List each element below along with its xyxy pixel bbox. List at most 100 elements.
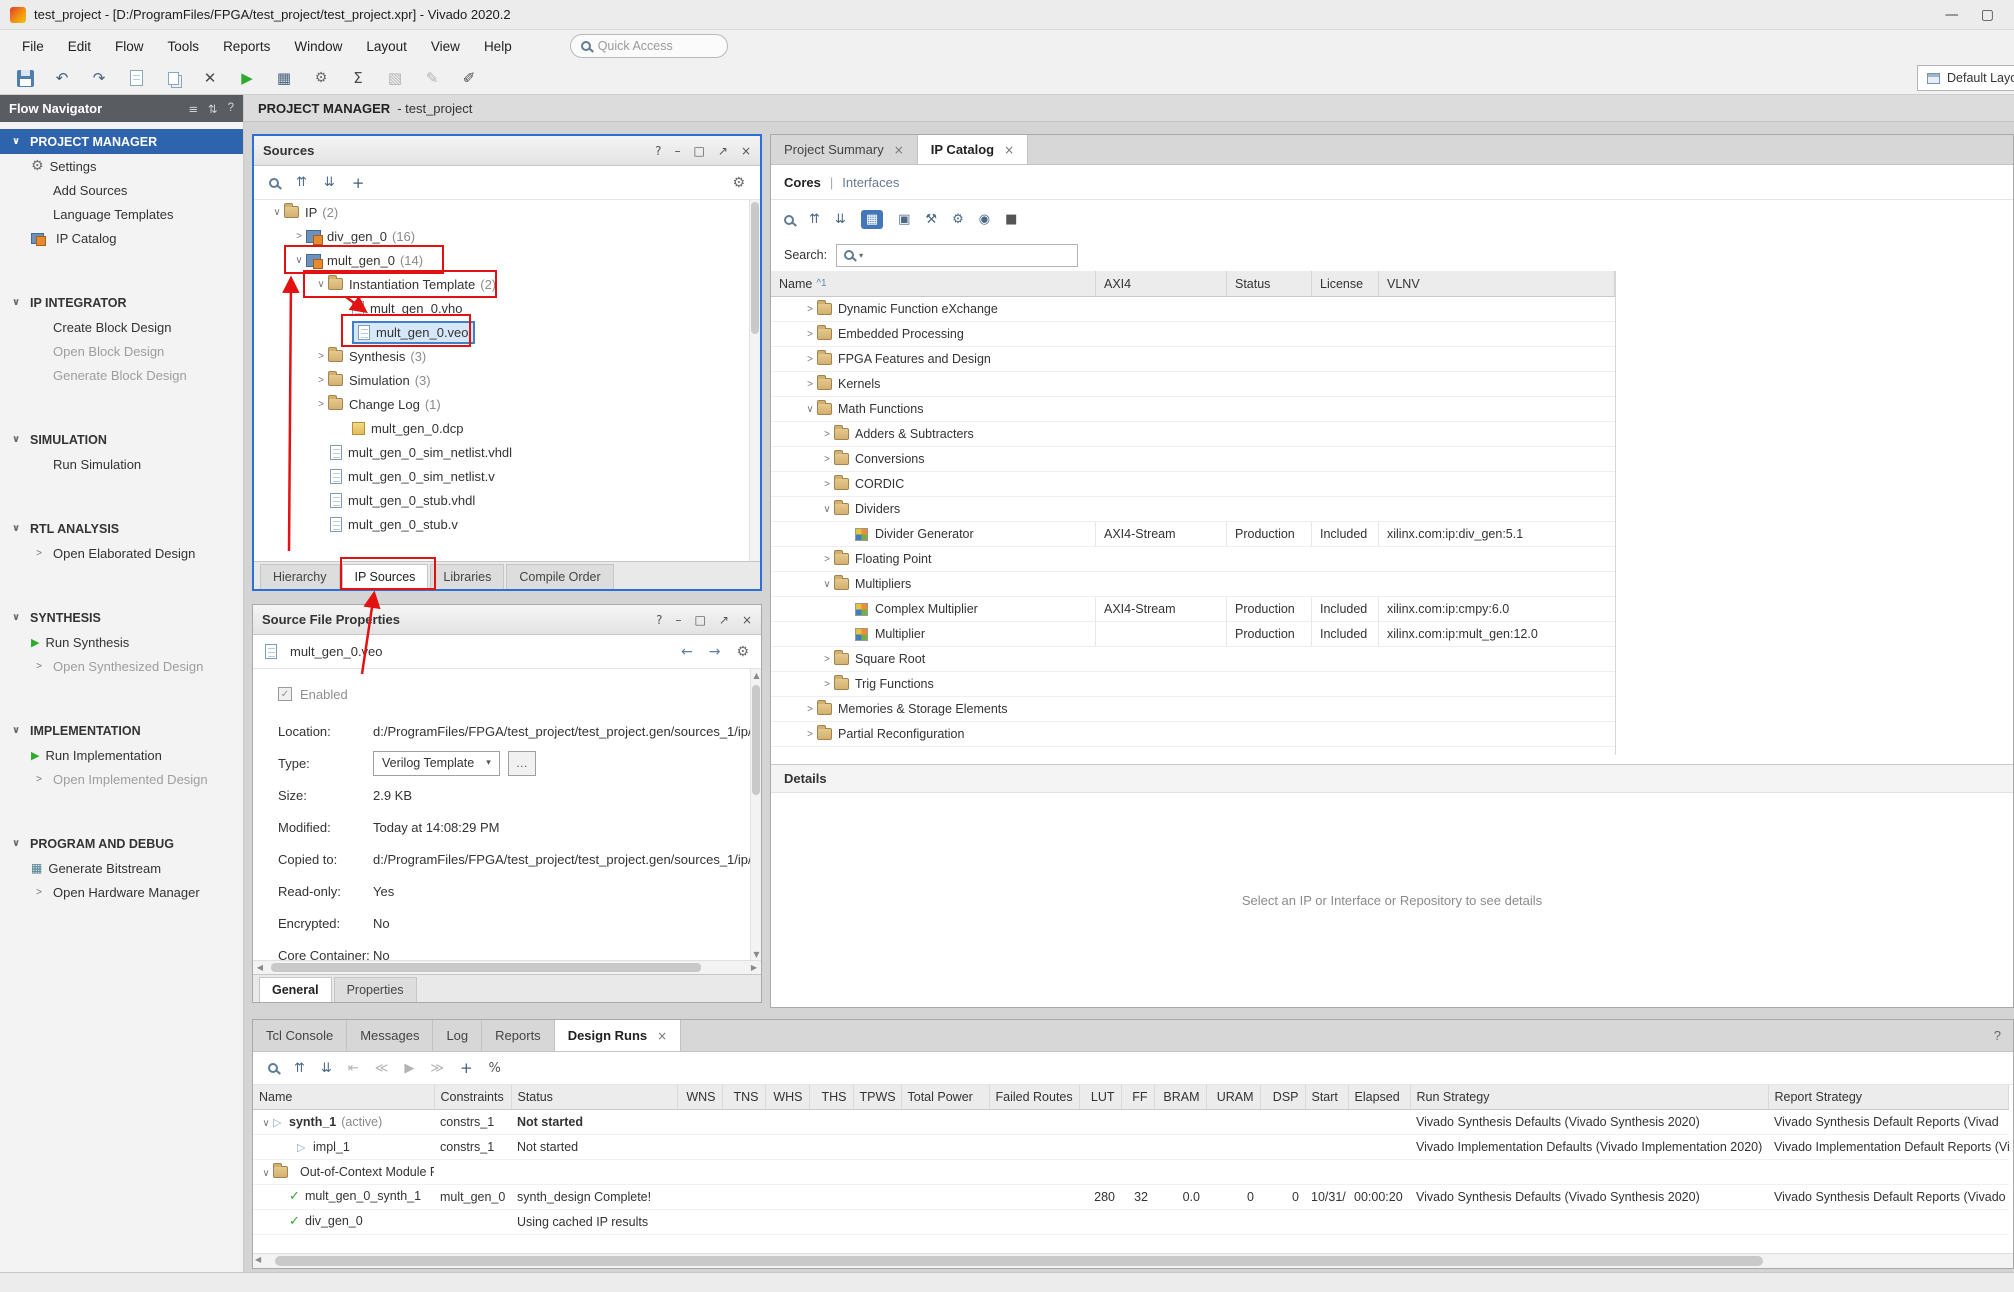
sum-icon[interactable]: Σ (347, 67, 369, 89)
repository-settings-icon[interactable]: ⚒ (925, 212, 937, 227)
tree-item-instantiation-template[interactable]: ∨Instantiation Template(2) (254, 272, 760, 296)
maximize-button[interactable]: ▢ (1981, 7, 1994, 23)
nav-item-language-templates[interactable]: Language Templates (0, 202, 243, 226)
chevron-collapsed-icon[interactable]: > (820, 554, 834, 565)
scroll-up-icon[interactable]: ▲ (751, 669, 761, 681)
column-report-strategy[interactable]: Report Strategy (1768, 1085, 2009, 1109)
chevron-expanded-icon[interactable]: ∨ (292, 255, 306, 266)
close-icon[interactable]: × (1004, 143, 1014, 157)
nav-item-open-hardware-manager[interactable]: >Open Hardware Manager (0, 880, 243, 904)
scrollbar-thumb[interactable] (751, 202, 759, 334)
tree-item-synthesis[interactable]: >Synthesis(3) (254, 344, 760, 368)
float-icon[interactable]: ↗ (719, 613, 729, 627)
chevron-collapsed-icon[interactable]: > (292, 231, 306, 242)
nav-item-settings[interactable]: ⚙Settings (0, 154, 243, 178)
tab-log[interactable]: Log (433, 1020, 482, 1051)
run-row-mult-gen-0-synth-1[interactable]: ✓mult_gen_0_synth_1 mult_gen_0 synth_des… (253, 1184, 2009, 1209)
column-status[interactable]: Status (511, 1085, 677, 1109)
close-icon[interactable]: × (742, 613, 752, 627)
report-icon[interactable] (125, 67, 147, 89)
nav-item-create-block-design[interactable]: Create Block Design (0, 315, 243, 339)
taxonomy-icon[interactable]: ▣ (898, 212, 910, 227)
maximize-icon[interactable]: □ (695, 613, 706, 627)
tab-design-runs[interactable]: Design Runs× (555, 1020, 682, 1051)
column-axi4[interactable]: AXI4 (1096, 271, 1227, 296)
scroll-down-icon[interactable]: ▼ (751, 948, 761, 960)
catalog-row-embedded-processing[interactable]: >Embedded Processing (771, 322, 1615, 347)
stop-icon[interactable]: ■ (1005, 212, 1017, 227)
collapse-all-icon[interactable]: ⇈ (809, 212, 820, 227)
menu-help[interactable]: Help (472, 34, 524, 59)
stepping-icon[interactable]: ▦ (273, 67, 295, 89)
chevron-collapsed-icon[interactable]: > (820, 654, 834, 665)
column-whs[interactable]: WHS (765, 1085, 809, 1109)
catalog-row-trig-functions[interactable]: >Trig Functions (771, 672, 1615, 697)
column-failed-routes[interactable]: Failed Routes (989, 1085, 1079, 1109)
chevron-collapsed-icon[interactable]: > (314, 399, 328, 410)
nav-section-synthesis[interactable]: ∨SYNTHESIS (0, 605, 243, 630)
chevron-expanded-icon[interactable]: ∨ (314, 279, 328, 290)
scrollbar-thumb[interactable] (275, 1256, 1763, 1266)
tab-reports[interactable]: Reports (482, 1020, 555, 1051)
search-icon[interactable] (268, 1063, 278, 1073)
catalog-row-partial-reconfiguration[interactable]: >Partial Reconfiguration (771, 722, 1615, 747)
column-wns[interactable]: WNS (677, 1085, 722, 1109)
nav-item-run-implementation[interactable]: ▶Run Implementation (0, 743, 243, 767)
horizontal-scrollbar[interactable]: ◀ (253, 1253, 2013, 1268)
chevron-collapsed-icon[interactable]: > (33, 548, 45, 559)
maximize-icon[interactable]: □ (694, 144, 705, 158)
quick-access-search[interactable] (570, 34, 728, 58)
nav-section-project-manager[interactable]: ∨PROJECT MANAGER (0, 129, 243, 154)
type-select[interactable]: Verilog Template▾ (373, 751, 500, 776)
nav-section-ip-integrator[interactable]: ∨IP INTEGRATOR (0, 290, 243, 315)
expand-all-icon[interactable]: ⇊ (324, 175, 335, 190)
column-status[interactable]: Status (1227, 271, 1312, 296)
nav-item-ip-catalog[interactable]: IP Catalog (0, 226, 243, 250)
expand-all-icon[interactable]: ⇊ (321, 1061, 332, 1076)
scrollbar-thumb[interactable] (752, 685, 760, 795)
column-elapsed[interactable]: Elapsed (1348, 1085, 1410, 1109)
menu-window[interactable]: Window (282, 34, 354, 59)
column-ths[interactable]: THS (809, 1085, 853, 1109)
web-icon[interactable]: ◉ (979, 212, 990, 227)
percent-icon[interactable]: % (489, 1061, 501, 1076)
chevron-collapsed-icon[interactable]: > (803, 729, 817, 740)
tree-item-div-gen-0[interactable]: >div_gen_0(16) (254, 224, 760, 248)
nav-item-run-simulation[interactable]: Run Simulation (0, 452, 243, 476)
settings-gear-icon[interactable]: ⚙ (732, 175, 745, 191)
chevron-expanded-icon[interactable]: ∨ (259, 1168, 273, 1179)
catalog-row-multiplier[interactable]: MultiplierProductionIncludedxilinx.com:i… (771, 622, 1615, 647)
redo-icon[interactable]: ↷ (88, 67, 110, 89)
scroll-left-icon[interactable]: ◀ (253, 961, 267, 974)
chevron-collapsed-icon[interactable]: > (820, 479, 834, 490)
tree-item-mult-gen-0[interactable]: ∨mult_gen_0(14) (254, 248, 760, 272)
tab-hierarchy[interactable]: Hierarchy (260, 564, 340, 589)
minimize-button[interactable]: — (1945, 7, 1959, 23)
create-runs-icon[interactable]: + (460, 1059, 473, 1077)
tab-general[interactable]: General (259, 977, 332, 1002)
sources-panel-titlebar[interactable]: Sources ? – □ ↗ × (254, 136, 760, 166)
column-uram[interactable]: URAM (1206, 1085, 1260, 1109)
catalog-search-field[interactable]: ▾ (836, 244, 1078, 267)
chevron-collapsed-icon[interactable]: > (803, 379, 817, 390)
column-tpws[interactable]: TPWS (853, 1085, 901, 1109)
scroll-left-icon[interactable]: ◀ (255, 1255, 261, 1264)
horizontal-scrollbar[interactable]: ◀ ▶ (253, 960, 761, 974)
nav-item-generate-bitstream[interactable]: ▦Generate Bitstream (0, 856, 243, 880)
expand-collapse-icon[interactable]: ⇅ (208, 102, 218, 116)
scroll-right-icon[interactable]: ▶ (747, 961, 761, 974)
back-icon[interactable]: ← (681, 644, 693, 660)
menu-tools[interactable]: Tools (156, 34, 212, 59)
catalog-row-floating-point[interactable]: >Floating Point (771, 547, 1615, 572)
menu-edit[interactable]: Edit (56, 34, 103, 59)
run-row-synth-1[interactable]: ∨▷synth_1(active) constrs_1 Not started … (253, 1109, 2009, 1134)
chevron-expanded-icon[interactable]: ∨ (820, 579, 834, 590)
help-icon[interactable]: ? (1982, 1020, 2013, 1051)
tab-project-summary[interactable]: Project Summary× (771, 135, 918, 164)
search-icon[interactable] (269, 178, 279, 188)
nav-item-add-sources[interactable]: Add Sources (0, 178, 243, 202)
column-constraints[interactable]: Constraints (434, 1085, 511, 1109)
vertical-scrollbar[interactable]: ▲ ▼ (750, 669, 761, 960)
catalog-row-cordic[interactable]: >CORDIC (771, 472, 1615, 497)
chevron-collapsed-icon[interactable]: > (33, 887, 45, 898)
